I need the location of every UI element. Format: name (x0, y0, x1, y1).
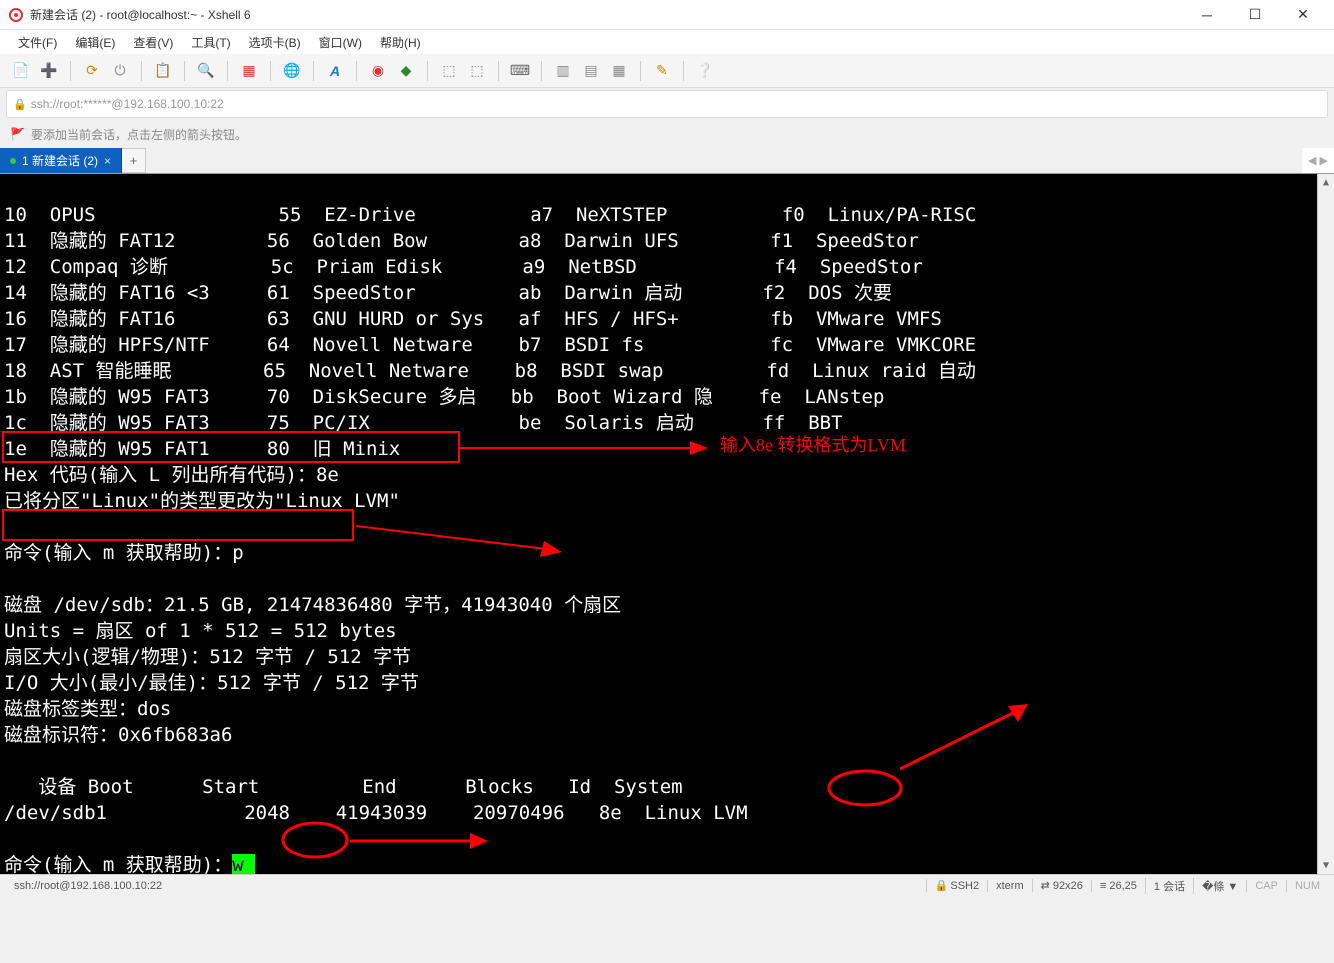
lock-icon: 🔒 (13, 98, 27, 111)
tab-bar: 1 新建会话 (2) × + ◀ ▶ (0, 148, 1334, 174)
status-caps: CAP (1246, 880, 1286, 892)
highlight-icon[interactable]: ✎ (651, 60, 673, 82)
new-tab-button[interactable]: + (122, 148, 146, 173)
minimize-button[interactable]: ─ (1184, 0, 1230, 30)
tab-status-dot (10, 158, 16, 164)
annotation-arrow-3 (900, 704, 1030, 774)
tile2-icon[interactable]: ▤ (580, 60, 602, 82)
tile1-icon[interactable]: ▥ (552, 60, 574, 82)
scroll-up-icon[interactable]: ▲ (1318, 174, 1334, 191)
terminal[interactable]: 10 OPUS 55 EZ-Drive a7 NeXTSTEP f0 Linux… (0, 174, 1334, 874)
status-num: NUM (1286, 880, 1328, 892)
script2-icon[interactable]: ⬚ (466, 60, 488, 82)
hint-bar: 🚩 要添加当前会话，点击左侧的箭头按钮。 (0, 120, 1334, 148)
help-icon[interactable]: ❔ (694, 60, 716, 82)
status-position: ≡ 26,25 (1091, 880, 1145, 892)
annotation-arrow-2 (356, 509, 566, 559)
copy-icon[interactable]: 📋 (152, 60, 174, 82)
hint-text: 要添加当前会话，点击左侧的箭头按钮。 (31, 126, 247, 143)
status-termtype: xterm (987, 880, 1032, 892)
script-icon[interactable]: ⬚ (438, 60, 460, 82)
annotation-arrow-1 (460, 431, 710, 465)
menu-file[interactable]: 文件(F) (10, 32, 65, 53)
annotation-arrow-4 (350, 829, 490, 853)
status-bar: ssh://root@192.168.100.10:22 🔒SSH2 xterm… (0, 874, 1334, 896)
add-icon[interactable]: ➕ (38, 60, 60, 82)
tab-close-icon[interactable]: × (104, 154, 111, 168)
globe-icon[interactable]: 🌐 (281, 60, 303, 82)
menu-tab[interactable]: 选项卡(B) (241, 32, 309, 53)
address-bar[interactable]: 🔒 ssh://root:******@192.168.100.10:22 (6, 90, 1328, 118)
session-tab[interactable]: 1 新建会话 (2) × (0, 148, 122, 173)
keyboard-icon[interactable]: ⌨ (509, 60, 531, 82)
font-icon[interactable]: A (324, 60, 346, 82)
annotation-text: 输入8e 转换格式为LVM (720, 432, 906, 458)
status-size: ⇄ 92x26 (1032, 879, 1091, 892)
xftp-icon[interactable]: ◆ (395, 60, 417, 82)
window-buttons: ─ ☐ ✕ (1184, 0, 1326, 30)
status-protocol: 🔒SSH2 (926, 879, 987, 892)
tab-nav-arrows[interactable]: ◀ ▶ (1302, 148, 1334, 173)
address-text: ssh://root:******@192.168.100.10:22 (31, 97, 224, 111)
maximize-button[interactable]: ☐ (1232, 0, 1278, 30)
search-icon[interactable]: 🔍 (195, 60, 217, 82)
lock-icon-status: 🔒 (935, 880, 949, 892)
status-sessions: 1 会话 (1145, 878, 1193, 894)
xagent-icon[interactable]: ◉ (367, 60, 389, 82)
disconnect-icon[interactable]: ⏻ (109, 60, 131, 82)
menu-tools[interactable]: 工具(T) (183, 32, 238, 53)
layout-icon[interactable]: ▦ (238, 60, 260, 82)
tab-label: 1 新建会话 (2) (22, 152, 98, 169)
annotation-box-2 (2, 509, 356, 543)
annotation-ellipse-lvm (826, 768, 904, 808)
menu-edit[interactable]: 编辑(E) (67, 32, 123, 53)
menu-help[interactable]: 帮助(H) (372, 32, 429, 53)
window-title: 新建会话 (2) - root@localhost:~ - Xshell 6 (30, 6, 1184, 23)
status-connection: ssh://root@192.168.100.10:22 (6, 880, 926, 892)
scroll-down-icon[interactable]: ▼ (1318, 857, 1334, 874)
new-session-icon[interactable]: 📄 (10, 60, 32, 82)
status-link: �條 ▼ (1193, 878, 1246, 894)
tile3-icon[interactable]: ▦ (608, 60, 630, 82)
flag-icon: 🚩 (10, 127, 25, 141)
menu-view[interactable]: 查看(V) (125, 32, 181, 53)
title-bar: 新建会话 (2) - root@localhost:~ - Xshell 6 ─… (0, 0, 1334, 30)
cursor: w (232, 854, 243, 874)
terminal-scrollbar[interactable]: ▲ ▼ (1317, 174, 1334, 874)
menu-window[interactable]: 窗口(W) (311, 32, 370, 53)
app-icon (8, 7, 24, 23)
menu-bar: 文件(F) 编辑(E) 查看(V) 工具(T) 选项卡(B) 窗口(W) 帮助(… (0, 30, 1334, 54)
annotation-ellipse-w (280, 820, 350, 860)
toolbar: 📄 ➕ ⟳ ⏻ 📋 🔍 ▦ 🌐 A ◉ ◆ ⬚ ⬚ ⌨ ▥ ▤ ▦ ✎ ❔ (0, 54, 1334, 88)
close-button[interactable]: ✕ (1280, 0, 1326, 30)
reconnect-icon[interactable]: ⟳ (81, 60, 103, 82)
